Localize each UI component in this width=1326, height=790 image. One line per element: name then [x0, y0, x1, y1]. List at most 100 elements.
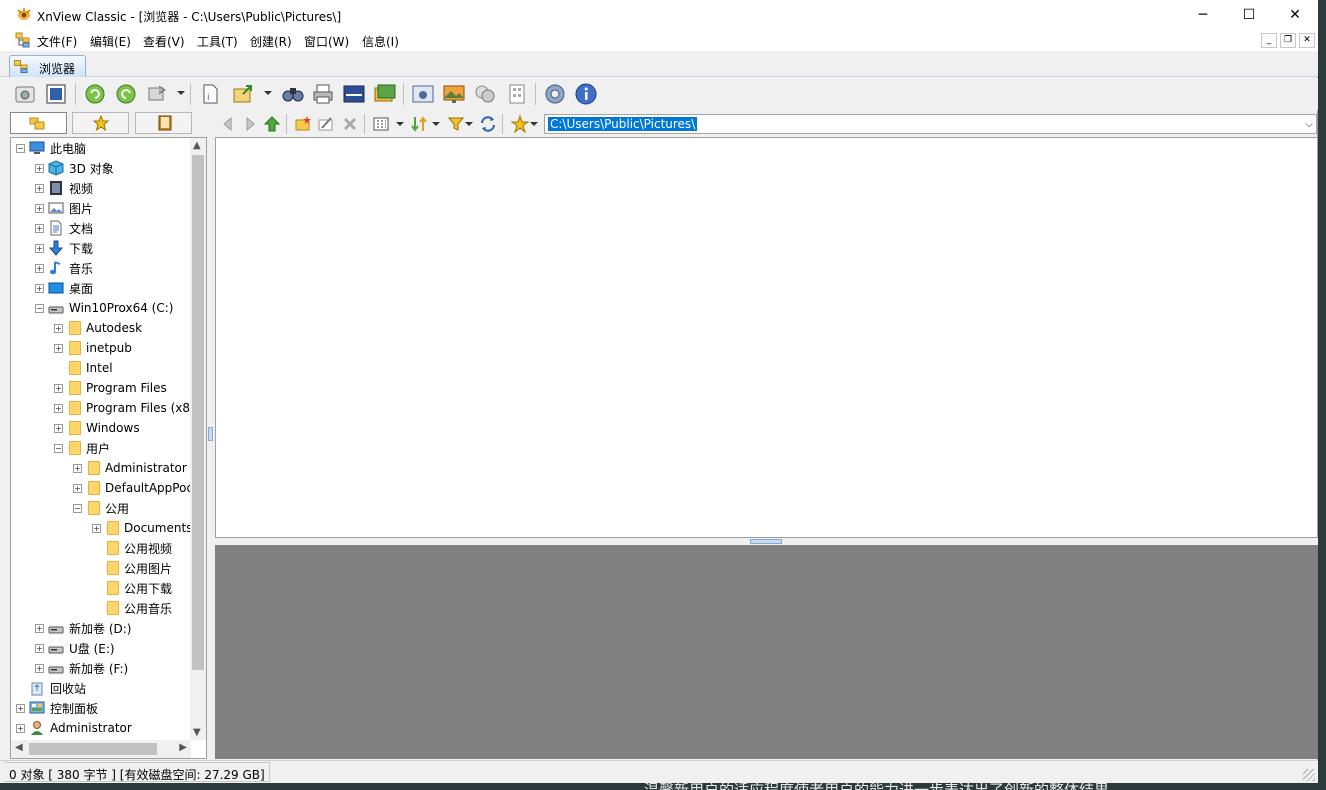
expand-plus-icon[interactable]: +: [54, 423, 63, 433]
tree-node[interactable]: + Windows: [54, 418, 140, 438]
tab-categories[interactable]: [135, 112, 192, 134]
print-icon[interactable]: [311, 82, 335, 106]
back-arrow-icon[interactable]: [219, 115, 237, 133]
address-input[interactable]: C:\Users\Public\Pictures\: [548, 117, 698, 131]
tree-node[interactable]: + inetpub: [54, 338, 132, 358]
filter-dropdown-icon[interactable]: [465, 122, 473, 126]
view-mode-grid-icon[interactable]: [372, 115, 390, 133]
favorites-add-star-icon[interactable]: [511, 115, 529, 133]
acquire-icon[interactable]: [13, 82, 37, 106]
scroll-thumb[interactable]: [192, 155, 204, 670]
tree-node[interactable]: + 文档: [35, 218, 93, 238]
tree-node[interactable]: + Program Files: [54, 378, 167, 398]
slideshow-icon[interactable]: [373, 82, 397, 106]
tree-node[interactable]: + 新加卷 (F:): [35, 658, 128, 678]
mdi-restore-button[interactable]: ❐: [1280, 33, 1296, 48]
scroll-down-icon[interactable]: ▼: [193, 727, 201, 738]
expand-plus-icon[interactable]: +: [35, 223, 44, 233]
expand-plus-icon[interactable]: +: [35, 163, 44, 173]
tree-node[interactable]: + 控制面板: [16, 698, 98, 718]
favorites-dropdown-icon[interactable]: [530, 122, 538, 126]
forward-arrow-icon[interactable]: [241, 115, 259, 133]
scroll-thumb[interactable]: [29, 743, 157, 755]
tree-node[interactable]: + U盘 (E:): [35, 638, 115, 658]
wallpaper-icon[interactable]: [442, 82, 466, 106]
transform-dropdown-icon[interactable]: [177, 91, 185, 95]
close-button[interactable]: ✕: [1272, 0, 1318, 30]
tree-node[interactable]: 回收站: [16, 678, 86, 698]
expand-plus-icon[interactable]: +: [35, 203, 44, 213]
address-bar[interactable]: C:\Users\Public\Pictures\ ⌵: [544, 114, 1317, 134]
rotate-left-icon[interactable]: [83, 82, 107, 106]
scroll-up-icon[interactable]: ▲: [193, 140, 201, 151]
mdi-close-button[interactable]: ✕: [1299, 33, 1315, 48]
menu-edit[interactable]: 编辑(E): [90, 33, 131, 50]
filter-funnel-icon[interactable]: [447, 115, 465, 133]
tree-node[interactable]: + 桌面: [35, 278, 93, 298]
tree-horizontal-scrollbar[interactable]: ◀ ▶: [11, 740, 191, 758]
capture-icon[interactable]: [411, 82, 435, 106]
about-info-icon[interactable]: [574, 82, 598, 106]
tree-node[interactable]: + 音乐: [35, 258, 93, 278]
new-folder-icon[interactable]: [294, 115, 312, 133]
tree-node[interactable]: − 公用: [73, 498, 129, 518]
mdi-minimize-button[interactable]: _: [1261, 33, 1277, 48]
transform-icon[interactable]: [145, 82, 169, 106]
delete-x-icon[interactable]: [341, 115, 359, 133]
tree-node[interactable]: + 新加卷 (D:): [35, 618, 131, 638]
rename-icon[interactable]: [317, 115, 335, 133]
scroll-right-icon[interactable]: ▶: [179, 742, 187, 753]
tree-node[interactable]: + 图片: [35, 198, 93, 218]
tab-browser[interactable]: 浏览器: [9, 55, 86, 77]
tab-folders[interactable]: [10, 112, 67, 134]
expand-plus-icon[interactable]: +: [54, 403, 63, 413]
tree-node[interactable]: +3D 对象: [35, 158, 114, 178]
find-icon[interactable]: [281, 82, 305, 106]
expand-plus-icon[interactable]: +: [73, 483, 82, 493]
settings-gear-icon[interactable]: [543, 82, 567, 106]
refresh-icon[interactable]: [479, 115, 497, 133]
tab-favorites[interactable]: [72, 112, 129, 134]
maximize-button[interactable]: ☐: [1226, 0, 1272, 30]
export-dropdown-icon[interactable]: [264, 91, 272, 95]
minimize-button[interactable]: ─: [1180, 0, 1226, 30]
export-icon[interactable]: [231, 82, 255, 106]
tree-node[interactable]: + 视频: [35, 178, 93, 198]
menu-create[interactable]: 创建(R): [250, 33, 292, 50]
splitter-collapse-grip[interactable]: [208, 427, 213, 441]
file-list-view[interactable]: [215, 137, 1318, 538]
expand-plus-icon[interactable]: +: [54, 343, 63, 353]
expand-plus-icon[interactable]: +: [54, 383, 63, 393]
expand-plus-icon[interactable]: +: [16, 723, 25, 733]
expand-plus-icon[interactable]: +: [35, 263, 44, 273]
tree-node[interactable]: + Program Files (x8: [54, 398, 190, 418]
expand-plus-icon[interactable]: +: [92, 523, 101, 533]
fullscreen-icon[interactable]: [44, 82, 68, 106]
tree-node[interactable]: − Win10Prox64 (C:): [35, 298, 173, 318]
tree-node[interactable]: + 下载: [35, 238, 93, 258]
tree-node[interactable]: − 用户: [54, 438, 110, 458]
compare-icon[interactable]: [473, 82, 497, 106]
menu-window[interactable]: 窗口(W): [304, 33, 349, 50]
expand-plus-icon[interactable]: +: [73, 463, 82, 473]
tree-node[interactable]: + Autodesk: [54, 318, 142, 338]
resize-grip[interactable]: [1303, 769, 1315, 781]
splitter-collapse-grip[interactable]: [750, 539, 782, 544]
tree-node[interactable]: 公用视频: [92, 538, 172, 558]
rotate-right-icon[interactable]: [114, 82, 138, 106]
scan-icon[interactable]: [342, 82, 366, 106]
collapse-minus-icon[interactable]: −: [73, 503, 82, 513]
properties-icon[interactable]: i: [198, 82, 222, 106]
expand-plus-icon[interactable]: +: [35, 243, 44, 253]
expand-plus-icon[interactable]: +: [35, 283, 44, 293]
menu-file[interactable]: 文件(F): [37, 33, 77, 50]
tree-node[interactable]: 公用下载: [92, 578, 172, 598]
collapse-minus-icon[interactable]: −: [54, 443, 63, 453]
tree-node[interactable]: 公用图片: [92, 558, 172, 578]
menu-view[interactable]: 查看(V): [143, 33, 185, 50]
tree-node[interactable]: + Documents: [92, 518, 191, 538]
tree-vertical-scrollbar[interactable]: ▲ ▼: [190, 138, 206, 740]
address-dropdown-icon[interactable]: ⌵: [1305, 119, 1313, 130]
collapse-minus-icon[interactable]: −: [16, 143, 25, 153]
folder-tree[interactable]: − 此电脑 +3D 对象 + 视频 + 图片 + 文档 + 下载 + 音乐 + 桌面 − Win10Prox64…: [10, 137, 207, 759]
